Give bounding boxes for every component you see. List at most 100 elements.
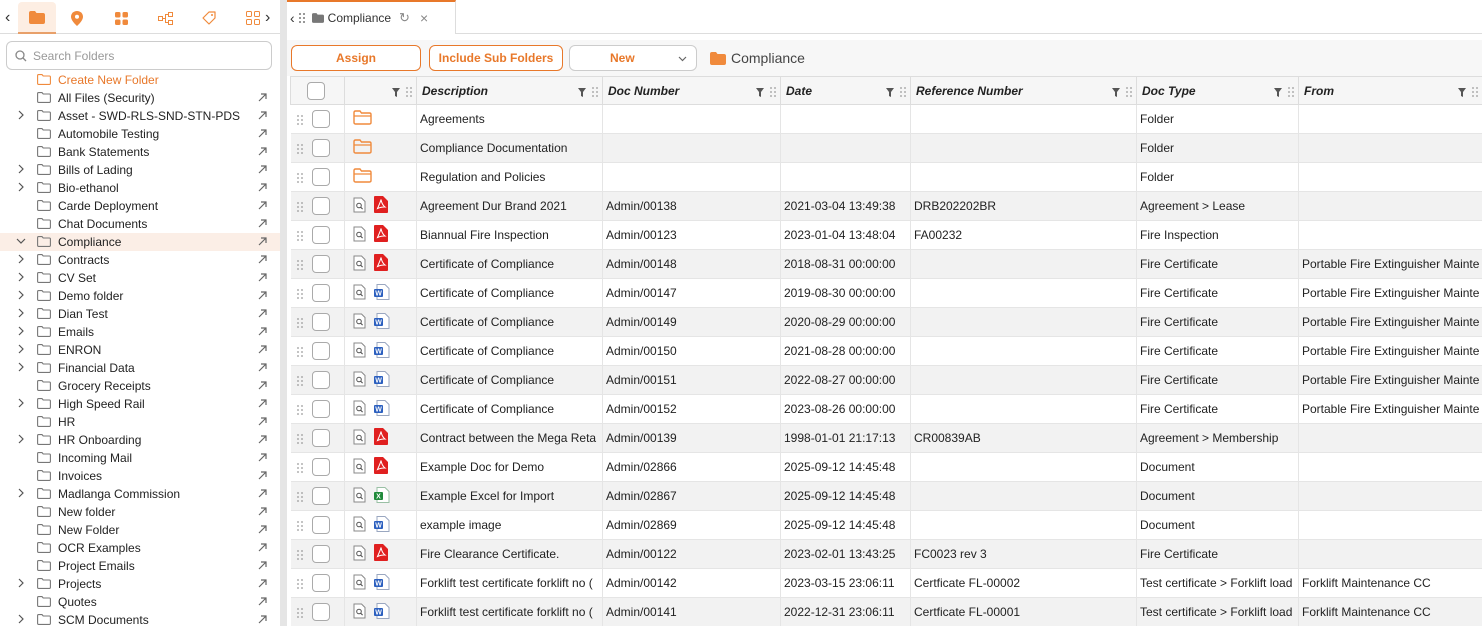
chevron-right-icon[interactable] — [16, 164, 26, 177]
preview-icon[interactable] — [353, 226, 366, 245]
row-checkbox[interactable] — [311, 342, 330, 360]
preview-icon[interactable] — [353, 313, 366, 332]
open-link-icon[interactable] — [258, 505, 267, 519]
table-row[interactable]: W Certificate of Compliance Admin/00149 202… — [290, 307, 1482, 337]
preview-icon[interactable] — [353, 400, 366, 419]
column-menu[interactable] — [1458, 86, 1478, 100]
column-drag-icon[interactable] — [770, 86, 776, 100]
drag-handle-icon[interactable] — [296, 433, 303, 444]
drag-handle-icon[interactable] — [296, 259, 303, 270]
tree-item[interactable]: Project Emails — [0, 557, 280, 575]
tree-item[interactable]: All Files (Security) — [0, 89, 280, 107]
column-header-from[interactable]: From — [1298, 76, 1482, 105]
tree-item[interactable]: Bio-ethanol — [0, 179, 280, 197]
drag-handle-icon[interactable] — [296, 201, 303, 212]
open-link-icon[interactable] — [258, 307, 267, 321]
table-row[interactable]: W Certificate of Compliance Admin/00150 202… — [290, 336, 1482, 366]
tree-item[interactable]: Contracts — [0, 251, 280, 269]
column-menu[interactable] — [578, 86, 598, 100]
column-menu[interactable] — [392, 86, 412, 100]
open-link-icon[interactable] — [258, 523, 267, 537]
filter-icon[interactable] — [578, 86, 586, 100]
column-drag-icon[interactable] — [1288, 86, 1294, 100]
open-link-icon[interactable] — [258, 541, 267, 555]
row-checkbox[interactable] — [311, 516, 330, 534]
table-row[interactable]: Agreement Dur Brand 2021 Admin/00138 2021-… — [290, 191, 1482, 221]
chevron-right-icon[interactable] — [16, 272, 26, 285]
open-link-icon[interactable] — [258, 181, 267, 195]
open-link-icon[interactable] — [258, 199, 267, 213]
drag-handle-icon[interactable] — [296, 375, 303, 386]
preview-icon[interactable] — [353, 371, 366, 390]
row-checkbox[interactable] — [311, 313, 330, 331]
drag-handle-icon[interactable] — [296, 578, 303, 589]
column-header-date[interactable]: Date — [780, 76, 911, 105]
tab-compliance[interactable]: ‹ Compliance ↻ × — [287, 0, 456, 34]
tree-item[interactable]: Projects — [0, 575, 280, 593]
folder-icon[interactable] — [353, 139, 372, 157]
open-link-icon[interactable] — [258, 451, 267, 465]
preview-icon[interactable] — [353, 545, 366, 564]
filter-icon[interactable] — [1274, 86, 1282, 100]
row-checkbox[interactable] — [311, 197, 330, 215]
row-checkbox[interactable] — [311, 574, 330, 592]
chevron-left-icon[interactable]: ‹ — [4, 2, 18, 34]
open-link-icon[interactable] — [258, 271, 267, 285]
tree-item[interactable]: New folder — [0, 503, 280, 521]
preview-icon[interactable] — [353, 342, 366, 361]
column-header-doc-type[interactable]: Doc Type — [1136, 76, 1299, 105]
column-header-doc-number[interactable]: Doc Number — [602, 76, 781, 105]
tree-item[interactable]: CV Set — [0, 269, 280, 287]
filter-icon[interactable] — [756, 86, 764, 100]
table-row[interactable]: Agreements Folder — [290, 104, 1482, 134]
row-checkbox[interactable] — [311, 371, 330, 389]
chevron-right-icon[interactable] — [16, 110, 26, 123]
open-link-icon[interactable] — [258, 397, 267, 411]
tree-item[interactable]: Grocery Receipts — [0, 377, 280, 395]
column-drag-icon[interactable] — [406, 86, 412, 100]
tab-pins[interactable] — [60, 2, 94, 34]
drag-handle-icon[interactable] — [296, 288, 303, 299]
row-checkbox[interactable] — [311, 255, 330, 273]
chevron-right-icon[interactable] — [16, 290, 26, 303]
include-sub-folders-button[interactable]: Include Sub Folders — [429, 45, 563, 71]
preview-icon[interactable] — [353, 574, 366, 593]
table-row[interactable]: Biannual Fire Inspection Admin/00123 2023-… — [290, 220, 1482, 250]
chevron-right-icon[interactable] — [16, 434, 26, 447]
row-checkbox[interactable] — [311, 603, 330, 621]
tree-item[interactable]: Bills of Lading — [0, 161, 280, 179]
tree-item[interactable]: Compliance — [0, 233, 280, 251]
row-checkbox[interactable] — [311, 429, 330, 447]
filter-icon[interactable] — [886, 86, 894, 100]
drag-handle-icon[interactable] — [298, 13, 305, 23]
chevron-right-icon[interactable] — [16, 578, 26, 591]
tree-item[interactable]: Dian Test — [0, 305, 280, 323]
folder-search[interactable] — [6, 41, 272, 70]
open-link-icon[interactable] — [258, 109, 267, 123]
search-input[interactable] — [33, 48, 253, 63]
open-link-icon[interactable] — [258, 613, 267, 626]
open-link-icon[interactable] — [258, 361, 267, 375]
open-link-icon[interactable] — [258, 559, 267, 573]
open-link-icon[interactable] — [258, 289, 267, 303]
column-menu[interactable] — [1274, 86, 1294, 100]
chevron-right-icon[interactable] — [16, 614, 26, 626]
tree-item[interactable]: HR — [0, 413, 280, 431]
chevron-right-icon[interactable] — [16, 182, 26, 195]
drag-handle-icon[interactable] — [296, 114, 303, 125]
create-new-folder[interactable]: Create New Folder — [0, 71, 280, 89]
row-checkbox[interactable] — [311, 168, 330, 186]
drag-handle-icon[interactable] — [296, 404, 303, 415]
tree-item[interactable]: Emails — [0, 323, 280, 341]
open-link-icon[interactable] — [258, 91, 267, 105]
drag-handle-icon[interactable] — [296, 549, 303, 560]
drag-handle-icon[interactable] — [296, 491, 303, 502]
open-link-icon[interactable] — [258, 235, 267, 249]
chevron-right-icon[interactable] — [16, 326, 26, 339]
row-checkbox[interactable] — [311, 400, 330, 418]
filter-icon[interactable] — [1458, 86, 1466, 100]
preview-icon[interactable] — [353, 284, 366, 303]
open-link-icon[interactable] — [258, 577, 267, 591]
select-all-checkbox[interactable] — [307, 81, 325, 100]
table-row[interactable]: Regulation and Policies Folder — [290, 162, 1482, 192]
